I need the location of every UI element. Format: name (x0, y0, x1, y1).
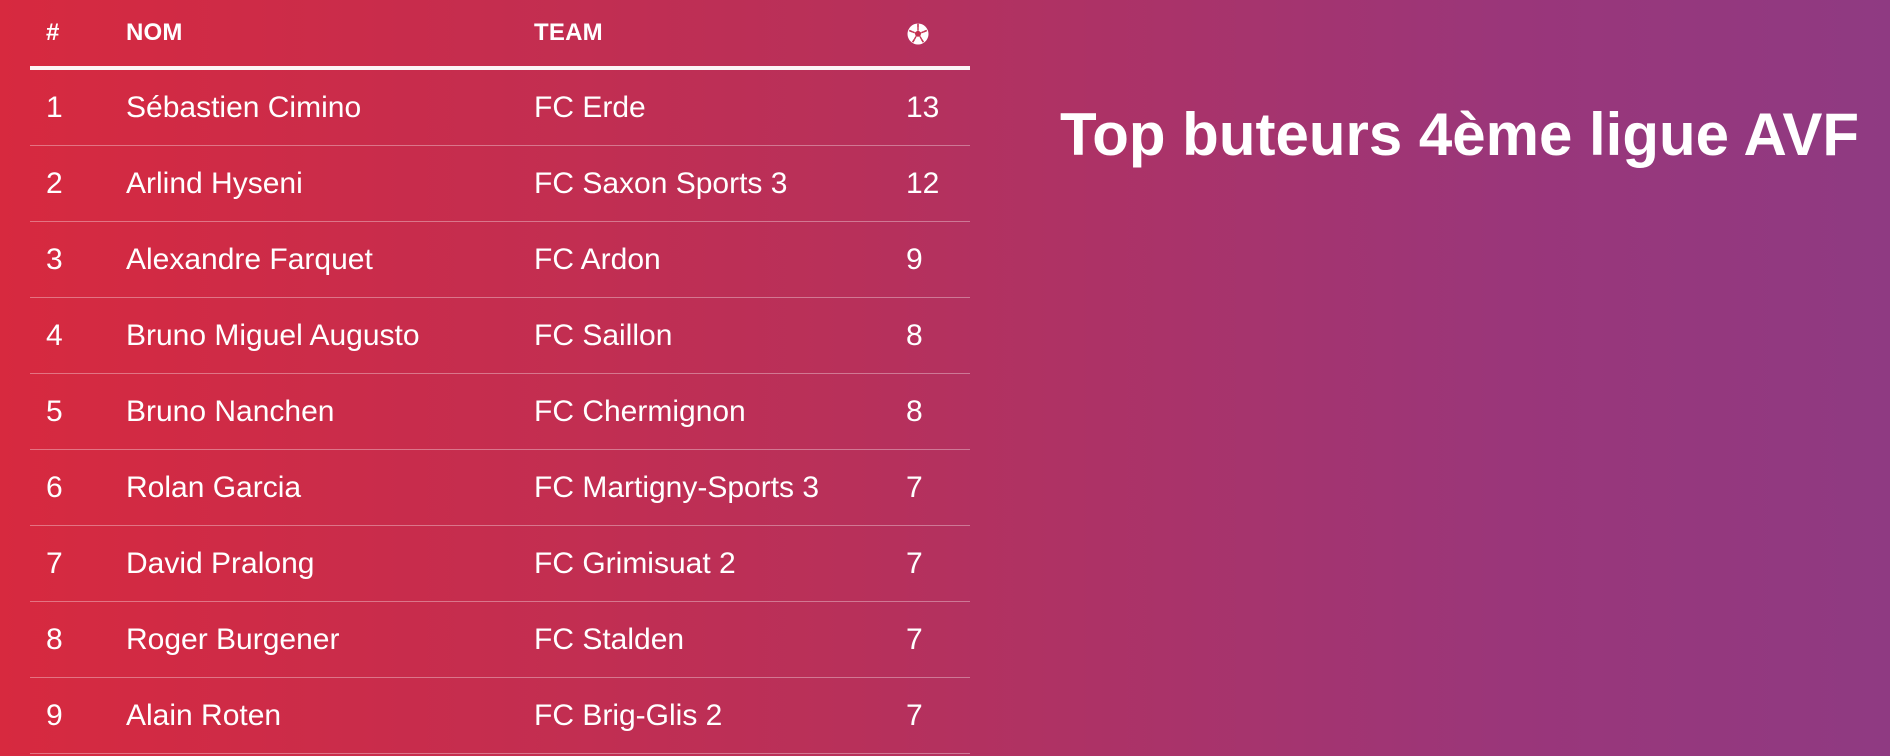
row-rank: 6 (30, 449, 126, 526)
row-player-name: Bruno Nanchen (126, 373, 534, 450)
page-title: Top buteurs 4ème ligue AVF (1060, 101, 1859, 168)
table-row: 1 Sébastien Cimino FC Erde 13 (30, 68, 970, 146)
row-rank: 2 (30, 145, 126, 222)
table-row: 6 Rolan Garcia FC Martigny-Sports 3 7 (30, 449, 970, 526)
table-row: 5 Bruno Nanchen FC Chermignon 8 (30, 373, 970, 450)
header-name: NOM (126, 0, 534, 70)
row-player-name: Alexandre Farquet (126, 221, 534, 298)
row-rank: 8 (30, 601, 126, 678)
row-team: FC Saxon Sports 3 (534, 145, 906, 222)
row-rank: 9 (30, 677, 126, 754)
row-goals: 8 (906, 297, 970, 374)
row-player-name: Arlind Hyseni (126, 145, 534, 222)
row-team: FC Martigny-Sports 3 (534, 449, 906, 526)
table-row: 8 Roger Burgener FC Stalden 7 (30, 601, 970, 678)
row-player-name: Bruno Miguel Augusto (126, 297, 534, 374)
table-row: 4 Bruno Miguel Augusto FC Saillon 8 (30, 297, 970, 374)
header-goals (906, 0, 970, 70)
row-goals: 13 (906, 68, 970, 146)
table-header-row: # NOM TEAM (30, 0, 970, 70)
table-row: 7 David Pralong FC Grimisuat 2 7 (30, 525, 970, 602)
row-team: FC Erde (534, 68, 906, 146)
table-row: 3 Alexandre Farquet FC Ardon 9 (30, 221, 970, 298)
row-team: FC Chermignon (534, 373, 906, 450)
row-goals: 7 (906, 601, 970, 678)
row-rank: 7 (30, 525, 126, 602)
table-row: 9 Alain Roten FC Brig-Glis 2 7 (30, 677, 970, 754)
soccer-ball-icon (907, 23, 929, 45)
row-player-name: Sébastien Cimino (126, 68, 534, 146)
row-player-name: David Pralong (126, 525, 534, 602)
header-rank: # (30, 0, 126, 70)
header-team: TEAM (534, 0, 906, 70)
row-goals: 12 (906, 145, 970, 222)
row-team: FC Stalden (534, 601, 906, 678)
row-goals: 9 (906, 221, 970, 298)
table-row: 2 Arlind Hyseni FC Saxon Sports 3 12 (30, 145, 970, 222)
row-team: FC Brig-Glis 2 (534, 677, 906, 754)
row-team: FC Grimisuat 2 (534, 525, 906, 602)
row-goals: 7 (906, 677, 970, 754)
row-goals: 7 (906, 525, 970, 602)
row-rank: 3 (30, 221, 126, 298)
top-scorers-table: # NOM TEAM 1 Sébastien Cimino FC Erde 13… (30, 0, 970, 754)
row-goals: 7 (906, 449, 970, 526)
row-player-name: Rolan Garcia (126, 449, 534, 526)
row-player-name: Roger Burgener (126, 601, 534, 678)
row-team: FC Saillon (534, 297, 906, 374)
row-goals: 8 (906, 373, 970, 450)
row-rank: 1 (30, 68, 126, 146)
row-rank: 4 (30, 297, 126, 374)
row-player-name: Alain Roten (126, 677, 534, 754)
row-team: FC Ardon (534, 221, 906, 298)
row-rank: 5 (30, 373, 126, 450)
